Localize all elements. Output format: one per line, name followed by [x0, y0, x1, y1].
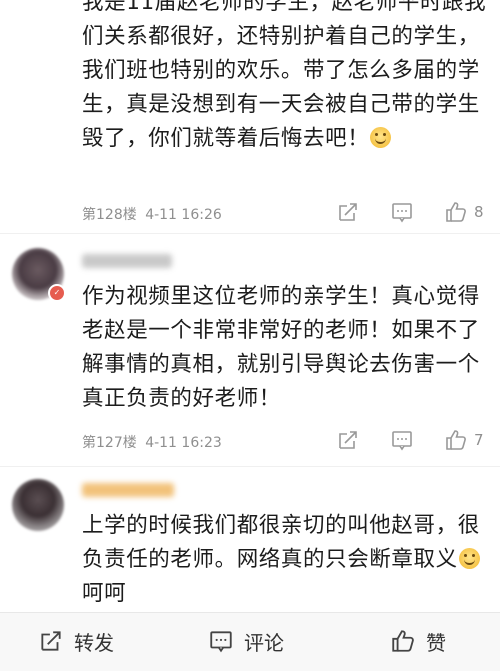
comment-icon[interactable]	[390, 428, 414, 456]
thumbs-up-icon	[392, 630, 414, 652]
comment-time: 4-11 16:23	[145, 435, 222, 451]
comment-item: 我是11届赵老师的学生，赵老师平时跟我们关系都很好，还特别护着自己的学生，我们班…	[0, 0, 500, 232]
smile-emoji-icon	[458, 548, 480, 569]
comment-actions: 8	[336, 200, 496, 224]
smile-emoji-icon	[370, 127, 392, 148]
comment-meta: 第127楼 4-11 16:23	[82, 432, 222, 452]
like-button[interactable]: 赞	[390, 627, 446, 655]
comment-label: 评论	[244, 630, 284, 655]
repost-button[interactable]: 转发	[38, 627, 114, 655]
comment-text: 我是11届赵老师的学生，赵老师平时跟我们关系都很好，还特别护着自己的学生，我们班…	[82, 0, 487, 151]
share-icon	[41, 631, 61, 651]
floor-number: 第128楼	[82, 207, 137, 223]
like-count: 7	[474, 431, 484, 449]
thumbs-up-icon[interactable]	[444, 200, 468, 228]
username-blurred[interactable]	[82, 254, 172, 268]
thumbs-up-icon[interactable]	[444, 428, 468, 456]
comment-item: ✓ 作为视频里这位老师的亲学生！真心觉得老赵是一个非常非常好的老师！如果不了解事…	[0, 234, 500, 466]
comment-meta: 第128楼 4-11 16:26	[82, 204, 222, 224]
username-blurred[interactable]	[82, 483, 174, 497]
badge-icon: ✓	[48, 284, 66, 302]
comment-item: 上学的时候我们都很亲切的叫他赵哥，很负责任的老师。网络真的只会断章取义呵呵	[0, 467, 500, 612]
avatar[interactable]	[12, 479, 64, 531]
comment-text: 作为视频里这位老师的亲学生！真心觉得老赵是一个非常非常好的老师！如果不了解事情的…	[82, 284, 480, 411]
comment-time: 4-11 16:26	[145, 207, 222, 223]
like-label: 赞	[426, 630, 446, 655]
floor-number: 第127楼	[82, 435, 137, 451]
share-icon[interactable]	[336, 200, 360, 228]
comment-button[interactable]: 评论	[208, 627, 284, 655]
like-count: 8	[474, 203, 484, 221]
share-icon[interactable]	[336, 428, 360, 456]
comment-icon	[210, 631, 232, 653]
comment-actions: 7	[336, 428, 496, 452]
bottom-action-bar: 转发 评论 赞	[0, 612, 500, 671]
repost-label: 转发	[74, 630, 114, 655]
comment-text: 上学的时候我们都很亲切的叫他赵哥，很负责任的老师。网络真的只会断章取义呵呵	[82, 513, 480, 606]
comment-icon[interactable]	[390, 200, 414, 228]
